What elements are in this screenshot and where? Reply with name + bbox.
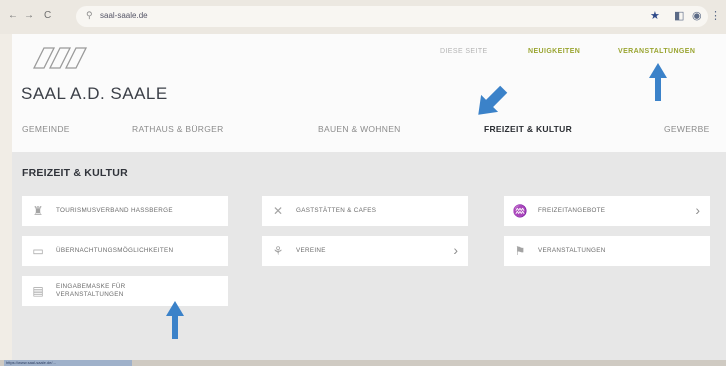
nav-gewerbe[interactable]: GEWERBE bbox=[664, 124, 710, 134]
forward-button[interactable]: → bbox=[24, 10, 34, 22]
card-veranstaltungen[interactable]: ⚑ VERANSTALTUNGEN bbox=[504, 236, 710, 266]
bed-icon: ▭ bbox=[32, 244, 44, 258]
bookmark-star-icon[interactable]: ★ bbox=[650, 10, 660, 22]
group-icon: ⚘ bbox=[272, 244, 284, 258]
browser-toolbar: ← → C ⚲ saal-saale.de ★ ◧ ◉ ⋮ bbox=[0, 0, 726, 34]
form-icon: ▤ bbox=[32, 284, 44, 298]
tower-icon: ♜ bbox=[32, 204, 44, 218]
restaurant-icon: ✕ bbox=[272, 204, 284, 218]
card-freizeitangebote[interactable]: ♒ FREIZEITANGEBOTE › bbox=[504, 196, 710, 226]
card-uebernachtung[interactable]: ▭ ÜBERNACHTUNGSMÖGLICHKEITEN bbox=[22, 236, 228, 266]
arrow-up-icon bbox=[649, 63, 667, 101]
link-preview: https://www.saal-saale.de/... bbox=[4, 360, 132, 366]
card-eingabemaske[interactable]: ▤ EINGABEMASKE FÜR VERANSTALTUNGEN bbox=[22, 276, 228, 306]
card-label: GASTSTÄTTEN & CAFES bbox=[296, 207, 377, 214]
address-bar[interactable]: ⚲ saal-saale.de bbox=[76, 6, 708, 27]
web-page: SAAL A.D. SAALE DIESE SEITE NEUIGKEITEN … bbox=[12, 34, 726, 360]
menu-icon[interactable]: ⋮ bbox=[710, 10, 721, 22]
section-title: FREIZEIT & KULTUR bbox=[22, 167, 128, 179]
nav-rathaus-buerger[interactable]: RATHAUS & BÜRGER bbox=[132, 124, 224, 134]
card-label: VERANSTALTUNGEN bbox=[538, 247, 606, 254]
card-label: FREIZEITANGEBOTE bbox=[538, 207, 606, 214]
arrow-up-icon bbox=[166, 301, 184, 339]
card-label: EINGABEMASKE FÜR VERANSTALTUNGEN bbox=[56, 283, 126, 298]
top-link-diese-seite[interactable]: DIESE SEITE bbox=[440, 48, 488, 55]
top-link-neuigkeiten[interactable]: NEUIGKEITEN bbox=[528, 48, 580, 55]
back-button[interactable]: ← bbox=[8, 10, 18, 22]
site-logo-icon[interactable] bbox=[30, 46, 92, 70]
nav-bauen-wohnen[interactable]: BAUEN & WOHNEN bbox=[318, 124, 401, 134]
freizeit-kultur-panel: FREIZEIT & KULTUR ♜ TOURISMUSVERBAND HAS… bbox=[12, 152, 726, 360]
profile-icon[interactable]: ◉ bbox=[692, 10, 702, 22]
nav-freizeit-kultur[interactable]: FREIZEIT & KULTUR bbox=[484, 124, 572, 134]
site-name[interactable]: SAAL A.D. SAALE bbox=[21, 84, 168, 104]
reload-button[interactable]: C bbox=[44, 10, 51, 22]
chevron-right-icon: › bbox=[453, 242, 458, 258]
card-label: VEREINE bbox=[296, 247, 326, 254]
site-info-icon[interactable]: ⚲ bbox=[86, 10, 93, 21]
card-vereine[interactable]: ⚘ VEREINE › bbox=[262, 236, 468, 266]
arrow-down-right-icon bbox=[478, 85, 508, 115]
card-tourismusverband[interactable]: ♜ TOURISMUSVERBAND HASSBERGE bbox=[22, 196, 228, 226]
card-gaststaetten[interactable]: ✕ GASTSTÄTTEN & CAFES bbox=[262, 196, 468, 226]
extensions-icon[interactable]: ◧ bbox=[674, 10, 684, 22]
event-icon: ⚑ bbox=[514, 244, 526, 258]
address-text: saal-saale.de bbox=[100, 11, 148, 20]
top-link-veranstaltungen[interactable]: VERANSTALTUNGEN bbox=[618, 48, 695, 55]
card-label: TOURISMUSVERBAND HASSBERGE bbox=[56, 207, 173, 214]
swimmer-icon: ♒ bbox=[512, 204, 528, 218]
nav-gemeinde[interactable]: GEMEINDE bbox=[22, 124, 70, 134]
chevron-right-icon: › bbox=[695, 202, 700, 218]
card-label: ÜBERNACHTUNGSMÖGLICHKEITEN bbox=[56, 247, 174, 254]
